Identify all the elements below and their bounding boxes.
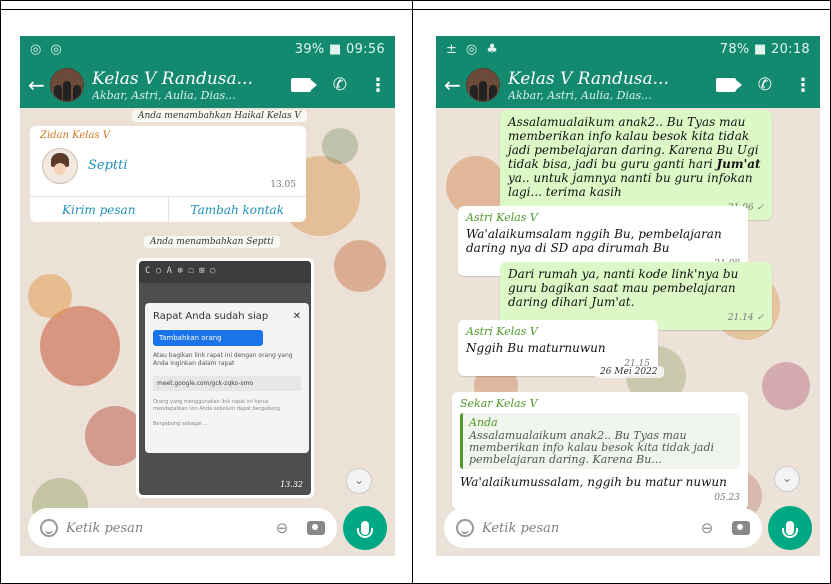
message-text: Assalamualaikum anak2.. Bu Tyas mau memb… — [508, 115, 761, 199]
attach-icon[interactable]: ⊘ — [272, 517, 294, 539]
status-icon: ± — [446, 41, 457, 57]
group-avatar[interactable] — [466, 68, 500, 102]
message-placeholder: Ketik pesan — [66, 520, 144, 536]
emoji-icon[interactable] — [456, 519, 474, 537]
voice-record-button[interactable] — [343, 506, 387, 550]
quoted-text: Assalamualaikum anak2.. Bu Tyas mau memb… — [469, 429, 715, 466]
add-people-button: Tambahkan orang — [153, 330, 263, 346]
chat-title-block[interactable]: Kelas V Randusa... Akbar, Astri, Aulia, … — [92, 69, 281, 102]
contact-name: Septti — [88, 158, 128, 173]
message-time: 13.32 — [280, 480, 303, 489]
meet-joined: Bergabung sebagai ... — [153, 421, 208, 427]
status-icon: ◎ — [30, 41, 42, 57]
scroll-down-button[interactable]: ⌄ — [774, 466, 800, 492]
contact-avatar — [42, 148, 78, 184]
voice-record-button[interactable] — [768, 506, 812, 550]
status-icon: ◎ — [50, 41, 62, 57]
more-options-icon[interactable]: ⋮ — [794, 75, 812, 96]
chat-members: Akbar, Astri, Aulia, Dias... — [508, 88, 652, 102]
mic-icon — [357, 521, 373, 538]
chat-header: ← Kelas V Randusa... Akbar, Astri, Aulia… — [20, 62, 395, 108]
incoming-reply-message[interactable]: Sekar Kelas V Anda Assalamualaikum anak2… — [452, 392, 748, 510]
right-phone-screen: ± ◎ ♣ 78% ■ 20:18 ← Kelas V Randusa... A… — [436, 36, 820, 556]
camera-icon[interactable] — [732, 521, 750, 535]
add-contact-button[interactable]: Tambah kontak — [167, 197, 307, 222]
system-message: Anda menambahkan Haikal Kelas V — [132, 110, 307, 122]
message-text: Nggih Bu maturnuwun — [466, 341, 606, 355]
browser-toolbar: C ○ A ⊕ ☐ ⊞ ○ — [139, 261, 311, 283]
sender-name: Zidan Kelas V — [40, 130, 110, 141]
image-message[interactable]: C ○ A ⊕ ☐ ⊞ ○ Rapat Anda sudah siap ✕ Ta… — [136, 258, 314, 498]
message-text: Wa'alaikumussalam, nggih bu matur nuwun — [460, 475, 727, 489]
meet-dialog-title: Rapat Anda sudah siap — [153, 311, 269, 322]
chat-title: Kelas V Randusa... — [92, 68, 253, 89]
meet-link: meet.google.com/gck-zqko-smo — [153, 376, 301, 391]
sender-name: Astri Kelas V — [466, 325, 538, 338]
chat-members: Akbar, Astri, Aulia, Dias... — [92, 88, 236, 102]
status-icon: ◎ — [465, 41, 478, 57]
meet-note: Orang yang menggunakan link rapat ini ha… — [153, 399, 280, 412]
quoted-message[interactable]: Anda Assalamualaikum anak2.. Bu Tyas mau… — [460, 413, 740, 469]
status-bar: ± ◎ ♣ 78% ■ 20:18 — [436, 36, 820, 62]
emoji-icon[interactable] — [40, 519, 58, 537]
message-input-area: Ketik pesan ⊘ — [20, 500, 395, 556]
more-options-icon[interactable]: ⋮ — [369, 75, 387, 96]
close-icon: ✕ — [292, 311, 301, 322]
date-chip: 26 Mei 2022 — [594, 366, 664, 378]
meet-screenshot: C ○ A ⊕ ☐ ⊞ ○ Rapat Anda sudah siap ✕ Ta… — [139, 261, 311, 495]
left-phone-screen: ◎ ◎ 39% ■ 09:56 ← Kelas V Randusa... Akb… — [20, 36, 395, 556]
frame-divider — [412, 0, 413, 584]
message-input[interactable]: Ketik pesan ⊘ — [444, 508, 762, 548]
message-time: 13.05 — [270, 180, 296, 190]
chat-title-block[interactable]: Kelas V Randusa... Akbar, Astri, Aulia, … — [508, 69, 706, 102]
sender-name: Astri Kelas V — [466, 211, 538, 224]
meet-info-text: Atau bagikan link rapat ini dengan orang… — [153, 352, 293, 367]
sender-name: Sekar Kelas V — [460, 397, 538, 410]
status-bar: ◎ ◎ 39% ■ 09:56 — [20, 36, 395, 62]
message-input[interactable]: Ketik pesan ⊘ — [28, 508, 337, 548]
voice-call-icon[interactable]: ✆ — [333, 75, 347, 95]
message-text: Dari rumah ya, nanti kode link'nya bu gu… — [508, 267, 739, 309]
video-call-icon[interactable] — [290, 78, 317, 92]
message-placeholder: Ketik pesan — [482, 520, 560, 536]
status-right: 78% ■ 20:18 — [719, 41, 810, 57]
status-right: 39% ■ 09:56 — [294, 41, 385, 57]
meet-dialog: Rapat Anda sudah siap ✕ Tambahkan orang … — [145, 303, 309, 453]
status-icon: ♣ — [486, 41, 498, 57]
send-message-button[interactable]: Kirim pesan — [30, 197, 168, 222]
message-input-area: Ketik pesan ⊘ — [436, 500, 820, 556]
chat-title: Kelas V Randusa... — [508, 68, 669, 89]
quoted-sender: Anda — [469, 416, 498, 429]
scroll-down-button[interactable]: ⌄ — [346, 468, 372, 494]
back-arrow-icon[interactable]: ← — [28, 73, 46, 97]
chat-header: ← Kelas V Randusa... Akbar, Astri, Aulia… — [436, 62, 820, 108]
contact-card[interactable]: Zidan Kelas V Septti 13.05 Kirim pesan T… — [30, 126, 306, 222]
mic-icon — [782, 521, 798, 538]
voice-call-icon[interactable]: ✆ — [758, 75, 772, 95]
message-text: Wa'alaikumsalam nggih Bu, pembelajaran d… — [466, 227, 722, 255]
camera-icon[interactable] — [307, 521, 325, 535]
back-arrow-icon[interactable]: ← — [444, 73, 462, 97]
attach-icon[interactable]: ⊘ — [697, 517, 719, 539]
frame-top-line — [0, 9, 831, 10]
outgoing-message[interactable]: Assalamualaikum anak2.. Bu Tyas mau memb… — [500, 110, 772, 220]
group-avatar[interactable] — [50, 68, 84, 102]
system-message: Anda menambahkan Septti — [144, 236, 280, 248]
video-call-icon[interactable] — [715, 78, 742, 92]
